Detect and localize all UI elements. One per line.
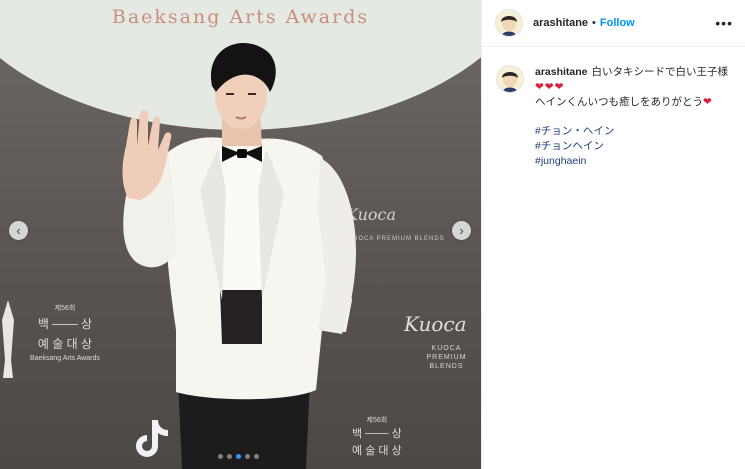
- chevron-right-icon: ›: [459, 223, 464, 238]
- carousel-next-button[interactable]: ›: [452, 221, 471, 240]
- chevron-left-icon: ‹: [16, 223, 21, 238]
- heart-icon: ❤: [703, 96, 713, 108]
- caption-line1: 白いタキシードで白い王子様: [591, 66, 729, 78]
- carousel-dot-active: [236, 454, 241, 459]
- caption-text: arashitane 白いタキシードで白い王子様 ❤❤❤ ヘインくんいつも癒しをあり…: [535, 65, 733, 169]
- header-separator: •: [592, 17, 596, 29]
- hashtag-link[interactable]: #junghaein: [535, 154, 733, 169]
- hashtag-link[interactable]: #チョンヘイン: [535, 139, 733, 154]
- carousel-dot: [245, 454, 250, 459]
- more-options-icon[interactable]: •••: [715, 16, 733, 30]
- header-username[interactable]: arashitane: [533, 17, 588, 29]
- avatar-icon: [497, 66, 523, 92]
- post-header: arashitane • Follow •••: [482, 0, 745, 47]
- caption-line2: ヘインくんいつも癒しをありがとう: [535, 96, 703, 108]
- avatar-icon: [496, 10, 522, 36]
- hashtag-list: #チョン・ヘイン #チョンヘイン #junghaein: [535, 124, 733, 169]
- carousel-prev-button[interactable]: ‹: [9, 221, 28, 240]
- carousel-indicators: [218, 454, 259, 459]
- caption-comment: arashitane 白いタキシードで白い王子様 ❤❤❤ ヘインくんいつも癒しをあり…: [482, 47, 745, 169]
- heart-icon: ❤❤❤: [535, 81, 565, 93]
- carousel-dot: [218, 454, 223, 459]
- follow-button[interactable]: Follow: [600, 17, 635, 29]
- hashtag-link[interactable]: #チョン・ヘイン: [535, 124, 733, 139]
- avatar[interactable]: [496, 65, 524, 93]
- post-side-panel: arashitane • Follow ••• arashitane 白いタキシー…: [481, 0, 745, 469]
- avatar[interactable]: [495, 9, 523, 37]
- caption-username[interactable]: arashitane: [535, 66, 588, 78]
- person-figure: [122, 42, 356, 469]
- carousel-dot: [227, 454, 232, 459]
- post-photo[interactable]: Baeksang Arts Awards Kuoca KUOCA PREMIUM…: [0, 0, 481, 469]
- carousel-dot: [254, 454, 259, 459]
